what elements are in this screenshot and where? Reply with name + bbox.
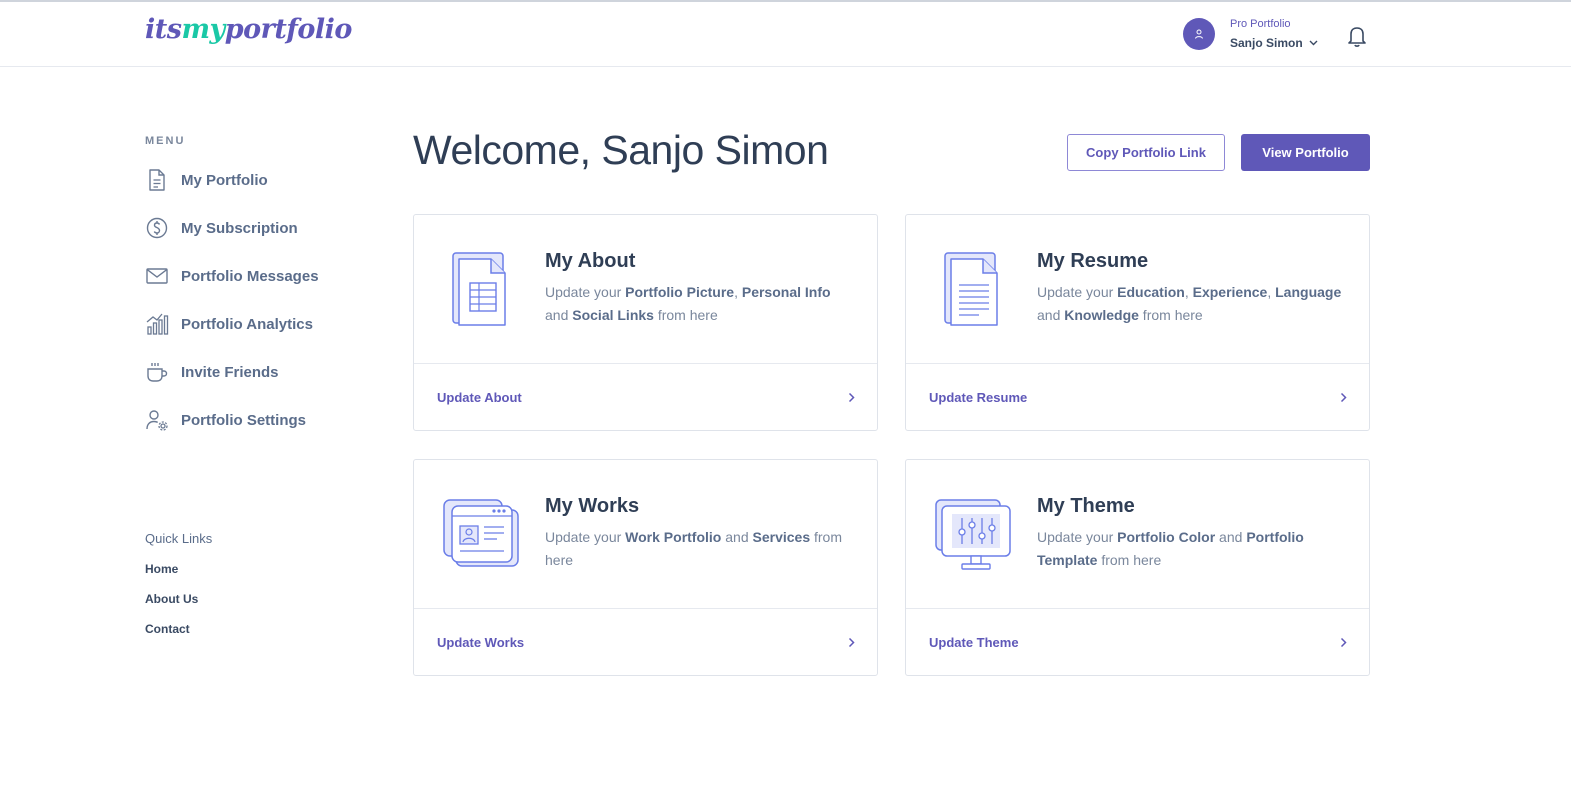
description-text: , [734, 284, 742, 300]
card-description: Update your Education, Experience, Langu… [1037, 281, 1347, 327]
sidebar-item-label: Portfolio Settings [181, 411, 306, 429]
monitor-sliders-icon [934, 494, 1012, 572]
update-theme-link[interactable]: Update Theme [906, 609, 1369, 676]
description-text: from here [1138, 307, 1203, 323]
description-text: and [545, 307, 573, 323]
update-about-link[interactable]: Update About [414, 364, 877, 431]
user-menu[interactable]: Sanjo Simon [1230, 36, 1318, 50]
description-text: from here [1097, 552, 1162, 568]
chevron-right-icon [1340, 637, 1347, 648]
page-title: Welcome, Sanjo Simon [413, 127, 829, 173]
logo-text-my: my [181, 14, 225, 45]
header: itsmyportfolio Pro Portfolio Sanjo Simon [0, 2, 1571, 67]
dollar-circle-icon [145, 216, 169, 240]
description-emphasis: Personal Info [741, 284, 831, 300]
description-emphasis: Experience [1192, 284, 1268, 300]
analytics-icon [145, 312, 169, 336]
description-emphasis: Social Links [572, 307, 654, 323]
description-emphasis: Portfolio Picture [625, 284, 735, 300]
card-description: Update your Portfolio Color and Portfoli… [1037, 526, 1347, 572]
chevron-right-icon [848, 637, 855, 648]
chevron-down-icon [1309, 40, 1318, 46]
card-my-about: My About Update your Portfolio Picture, … [413, 214, 878, 431]
card-description: Update your Work Portfolio and Services … [545, 526, 855, 572]
description-emphasis: Services [752, 529, 811, 545]
logo-text-its: its [145, 14, 182, 45]
description-emphasis: Knowledge [1064, 307, 1139, 323]
description-text: and [721, 529, 753, 545]
text-document-icon [934, 249, 1012, 327]
card-footer-label: Update Works [437, 635, 525, 650]
sidebar-item-label: Portfolio Messages [181, 267, 319, 285]
sidebar-item-invite-friends[interactable]: Invite Friends [145, 358, 279, 386]
card-my-resume: My Resume Update your Education, Experie… [905, 214, 1370, 431]
quick-link-about-us[interactable]: About Us [145, 592, 198, 606]
description-text: Update your [545, 284, 626, 300]
chevron-right-icon [848, 392, 855, 403]
description-emphasis: Education [1117, 284, 1185, 300]
sidebar-item-portfolio-settings[interactable]: Portfolio Settings [145, 406, 306, 434]
sidebar-item-portfolio-messages[interactable]: Portfolio Messages [145, 262, 319, 290]
user-settings-icon [145, 408, 169, 432]
sidebar-item-label: My Portfolio [181, 171, 268, 189]
description-text: and [1215, 529, 1247, 545]
description-text: from here [653, 307, 718, 323]
quick-link-home[interactable]: Home [145, 562, 178, 576]
view-portfolio-button[interactable]: View Portfolio [1241, 134, 1370, 171]
description-text: Update your [1037, 529, 1118, 545]
sidebar-item-my-subscription[interactable]: My Subscription [145, 214, 298, 242]
spreadsheet-document-icon [442, 249, 520, 327]
avatar[interactable] [1183, 18, 1215, 50]
card-footer-label: Update Theme [929, 635, 1019, 650]
chevron-right-icon [1340, 392, 1347, 403]
bell-icon[interactable] [1346, 24, 1368, 48]
card-title: My About [545, 250, 636, 272]
card-footer-label: Update About [437, 390, 522, 405]
user-icon [1195, 29, 1203, 39]
document-icon [145, 168, 169, 192]
description-emphasis: Portfolio Color [1117, 529, 1216, 545]
description-emphasis: Language [1275, 284, 1342, 300]
menu-heading: MENU [145, 135, 186, 147]
card-description: Update your Portfolio Picture, Personal … [545, 281, 855, 327]
update-works-link[interactable]: Update Works [414, 609, 877, 676]
plan-label: Pro Portfolio [1230, 18, 1291, 30]
card-title: My Works [545, 495, 640, 517]
card-my-theme: My Theme Update your Portfolio Color and… [905, 459, 1370, 676]
sidebar-item-my-portfolio[interactable]: My Portfolio [145, 166, 268, 194]
coffee-cup-icon [145, 360, 169, 384]
card-title: My Theme [1037, 495, 1135, 517]
quick-link-contact[interactable]: Contact [145, 622, 190, 636]
description-text: , [1267, 284, 1276, 300]
browser-profile-icon [442, 494, 520, 572]
description-emphasis: Work Portfolio [625, 529, 722, 545]
description-text: and [1037, 307, 1065, 323]
logo[interactable]: itsmyportfolio [145, 14, 352, 45]
copy-portfolio-link-button[interactable]: Copy Portfolio Link [1067, 134, 1225, 171]
logo-text-portfolio: portfolio [224, 14, 353, 45]
update-resume-link[interactable]: Update Resume [906, 364, 1369, 431]
sidebar-item-portfolio-analytics[interactable]: Portfolio Analytics [145, 310, 313, 338]
sidebar-item-label: Invite Friends [181, 363, 279, 381]
description-text: , [1184, 284, 1193, 300]
card-title: My Resume [1037, 250, 1149, 272]
description-text: Update your [545, 529, 626, 545]
quick-links-heading: Quick Links [145, 531, 213, 546]
card-my-works: My Works Update your Work Portfolio and … [413, 459, 878, 676]
description-text: Update your [1037, 284, 1118, 300]
sidebar-item-label: Portfolio Analytics [181, 315, 313, 333]
envelope-icon [145, 264, 169, 288]
sidebar-item-label: My Subscription [181, 219, 298, 237]
user-name: Sanjo Simon [1230, 36, 1303, 50]
card-footer-label: Update Resume [929, 390, 1028, 405]
